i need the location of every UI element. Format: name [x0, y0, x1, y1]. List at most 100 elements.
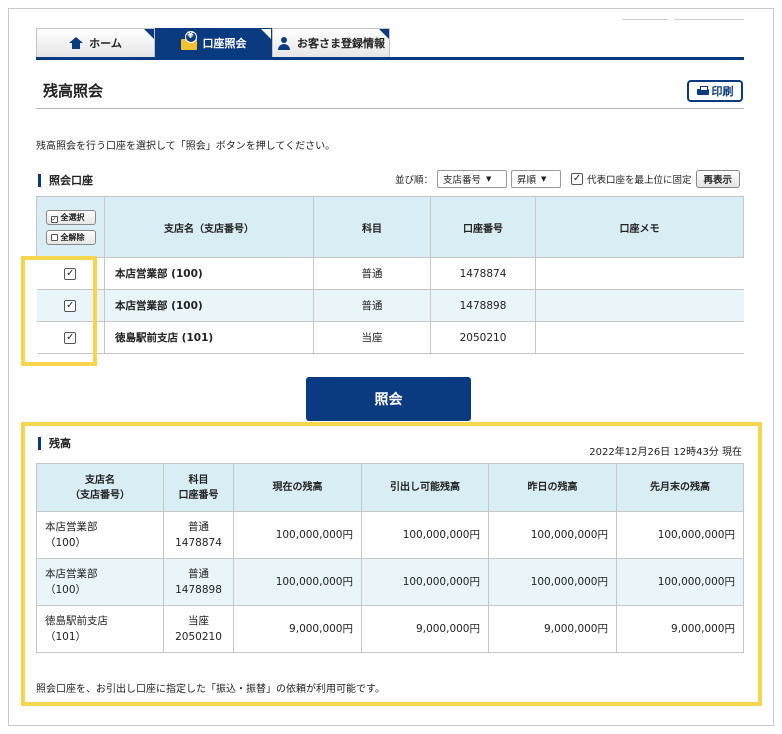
title-divider — [36, 108, 744, 109]
wallet-icon — [180, 31, 197, 50]
empty-box-icon — [50, 233, 58, 241]
account-memo-cell — [535, 289, 744, 322]
print-button[interactable]: 印刷 — [687, 80, 743, 102]
main-nav: ホーム 口座照会 お客さま登録情報 — [36, 28, 744, 60]
select-all-label: 全選択 — [60, 212, 85, 222]
home-icon — [69, 37, 84, 49]
column-header-current-balance: 現在の残高 — [233, 463, 362, 512]
header-line: 支店名 — [85, 474, 115, 486]
column-header-yesterday-balance: 昨日の残高 — [488, 463, 617, 512]
branch-name: 本店営業部 — [45, 568, 98, 580]
column-header-account: 科目 口座番号 — [163, 463, 234, 512]
person-icon — [277, 36, 291, 50]
current-balance-cell: 100,000,000円 — [233, 511, 362, 559]
section-title-inquiry-accounts: 照会口座 — [38, 174, 93, 187]
account-cell: 普通 1478874 — [163, 511, 234, 559]
printer-icon — [696, 86, 709, 96]
branch-cell: 徳島駅前支店 （101） — [36, 605, 164, 653]
tab-account-inquiry-label: 口座照会 — [202, 37, 247, 50]
account-number: 1478898 — [175, 584, 222, 596]
section-title-balance: 残高 — [38, 437, 71, 450]
header-line: 口座番号 — [178, 489, 219, 501]
tab-corner-marker — [261, 29, 271, 39]
balance-table: 支店名 （支店番号） 科目 口座番号 現在の残高 引出し可能残高 昨日の残高 先月末… — [36, 463, 744, 653]
branch-number: （100） — [45, 537, 87, 549]
sort-order-value: 昇順 — [517, 175, 537, 186]
chevron-down-icon: ▼ — [541, 175, 547, 183]
last-month-balance-cell: 100,000,000円 — [616, 511, 744, 559]
last-month-balance-cell: 100,000,000円 — [616, 558, 744, 606]
inquiry-account-table: ✓ 全選択 全解除 支店名（支店番号） 科目 口座番号 口座メモ ✓ 本店営業部 … — [36, 196, 744, 354]
last-month-balance-cell: 9,000,000円 — [616, 605, 744, 653]
branch-cell: 徳島駅前支店 (101) — [104, 321, 314, 354]
sort-key-select[interactable]: 支店番号 ▼ — [437, 170, 508, 188]
balance-footnote: 照会口座を、お引出し口座に指定した「振込・振替」の依頼が利用可能です。 — [36, 684, 385, 695]
withdrawable-balance-cell: 9,000,000円 — [361, 605, 489, 653]
tab-customer-info[interactable]: お客さま登録情報 — [272, 28, 390, 57]
withdrawable-balance-cell: 100,000,000円 — [361, 558, 489, 606]
current-balance-cell: 9,000,000円 — [233, 605, 362, 653]
column-header-branch: 支店名 （支店番号） — [36, 463, 164, 512]
sort-order-select[interactable]: 昇順 ▼ — [511, 170, 562, 188]
pin-representative-label: 代表口座を最上位に固定 — [587, 175, 692, 186]
account-type: 当座 — [188, 615, 209, 627]
branch-cell: 本店営業部 (100) — [104, 289, 314, 322]
balance-timestamp: 2022年12月26日 12時43分 現在 — [589, 447, 742, 458]
current-balance-cell: 100,000,000円 — [233, 558, 362, 606]
account-number-cell: 1478898 — [430, 289, 536, 322]
pin-representative-checkbox[interactable]: ✓ — [571, 173, 584, 185]
column-header: 支店名（支店番号） — [104, 196, 314, 258]
header-line: 科目 — [188, 474, 209, 486]
account-memo-cell — [535, 321, 744, 354]
table-row: ✓ 本店営業部 (100) 普通 1478874 — [36, 257, 744, 290]
print-button-label: 印刷 — [711, 85, 734, 98]
table-row: 本店営業部 （100） 普通 1478898 100,000,000円 100,00… — [36, 558, 744, 606]
branch-cell: 本店営業部 （100） — [36, 511, 164, 559]
branch-number: （100） — [45, 584, 87, 596]
account-number-cell: 1478874 — [430, 257, 536, 290]
branch-number: （101） — [45, 631, 87, 643]
column-header-last-month-balance: 先月末の残高 — [616, 463, 744, 512]
select-all-button[interactable]: ✓ 全選択 — [45, 209, 96, 225]
deselect-all-button[interactable]: 全解除 — [45, 229, 96, 245]
instruction-text: 残高照会を行う口座を選択して「照会」ボタンを押してください。 — [36, 141, 336, 152]
check-icon: ✓ — [50, 215, 58, 223]
column-header: 口座メモ — [535, 196, 744, 258]
account-number: 2050210 — [175, 631, 222, 643]
header-line: （支店番号） — [70, 489, 130, 501]
account-type: 普通 — [188, 521, 209, 533]
tab-corner-marker — [144, 29, 154, 39]
withdrawable-balance-cell: 100,000,000円 — [361, 511, 489, 559]
tab-customer-info-label: お客さま登録情報 — [297, 37, 385, 50]
yesterday-balance-cell: 100,000,000円 — [488, 558, 617, 606]
tab-corner-marker — [379, 29, 389, 39]
table-row: ✓ 徳島駅前支店 (101) 当座 2050210 — [36, 321, 744, 354]
branch-cell: 本店営業部 （100） — [36, 558, 164, 606]
inquiry-submit-button[interactable]: 照会 — [306, 377, 471, 421]
sort-key-value: 支店番号 — [443, 175, 482, 186]
branch-name: 本店営業部 — [45, 521, 98, 533]
account-type: 普通 — [188, 568, 209, 580]
page-title: 残高照会 — [43, 82, 104, 100]
account-type-cell: 普通 — [313, 257, 431, 290]
account-type-cell: 普通 — [313, 289, 431, 322]
tab-home-label: ホーム — [89, 37, 122, 50]
yesterday-balance-cell: 100,000,000円 — [488, 511, 617, 559]
branch-cell: 本店営業部 (100) — [104, 257, 314, 290]
account-cell: 当座 2050210 — [163, 605, 234, 653]
sort-label: 並び順： — [395, 175, 434, 186]
column-header: 口座番号 — [430, 196, 536, 258]
redisplay-button[interactable]: 再表示 — [695, 170, 741, 188]
tab-account-inquiry[interactable]: 口座照会 — [155, 28, 272, 57]
tab-home[interactable]: ホーム — [36, 28, 155, 57]
select-header-cell: ✓ 全選択 全解除 — [36, 196, 105, 258]
account-cell: 普通 1478898 — [163, 558, 234, 606]
table-row: 本店営業部 （100） 普通 1478874 100,000,000円 100,00… — [36, 511, 744, 559]
branch-name: 徳島駅前支店 — [45, 615, 108, 627]
table-row: ✓ 本店営業部 (100) 普通 1478898 — [36, 289, 744, 322]
account-memo-cell — [535, 257, 744, 290]
account-number: 1478874 — [175, 537, 222, 549]
chevron-down-icon: ▼ — [486, 175, 492, 183]
top-divider — [674, 19, 744, 20]
sort-bar: 並び順： 支店番号 ▼ 昇順 ▼ ✓ 代表口座を最上位に固定 再表示 — [395, 170, 741, 188]
